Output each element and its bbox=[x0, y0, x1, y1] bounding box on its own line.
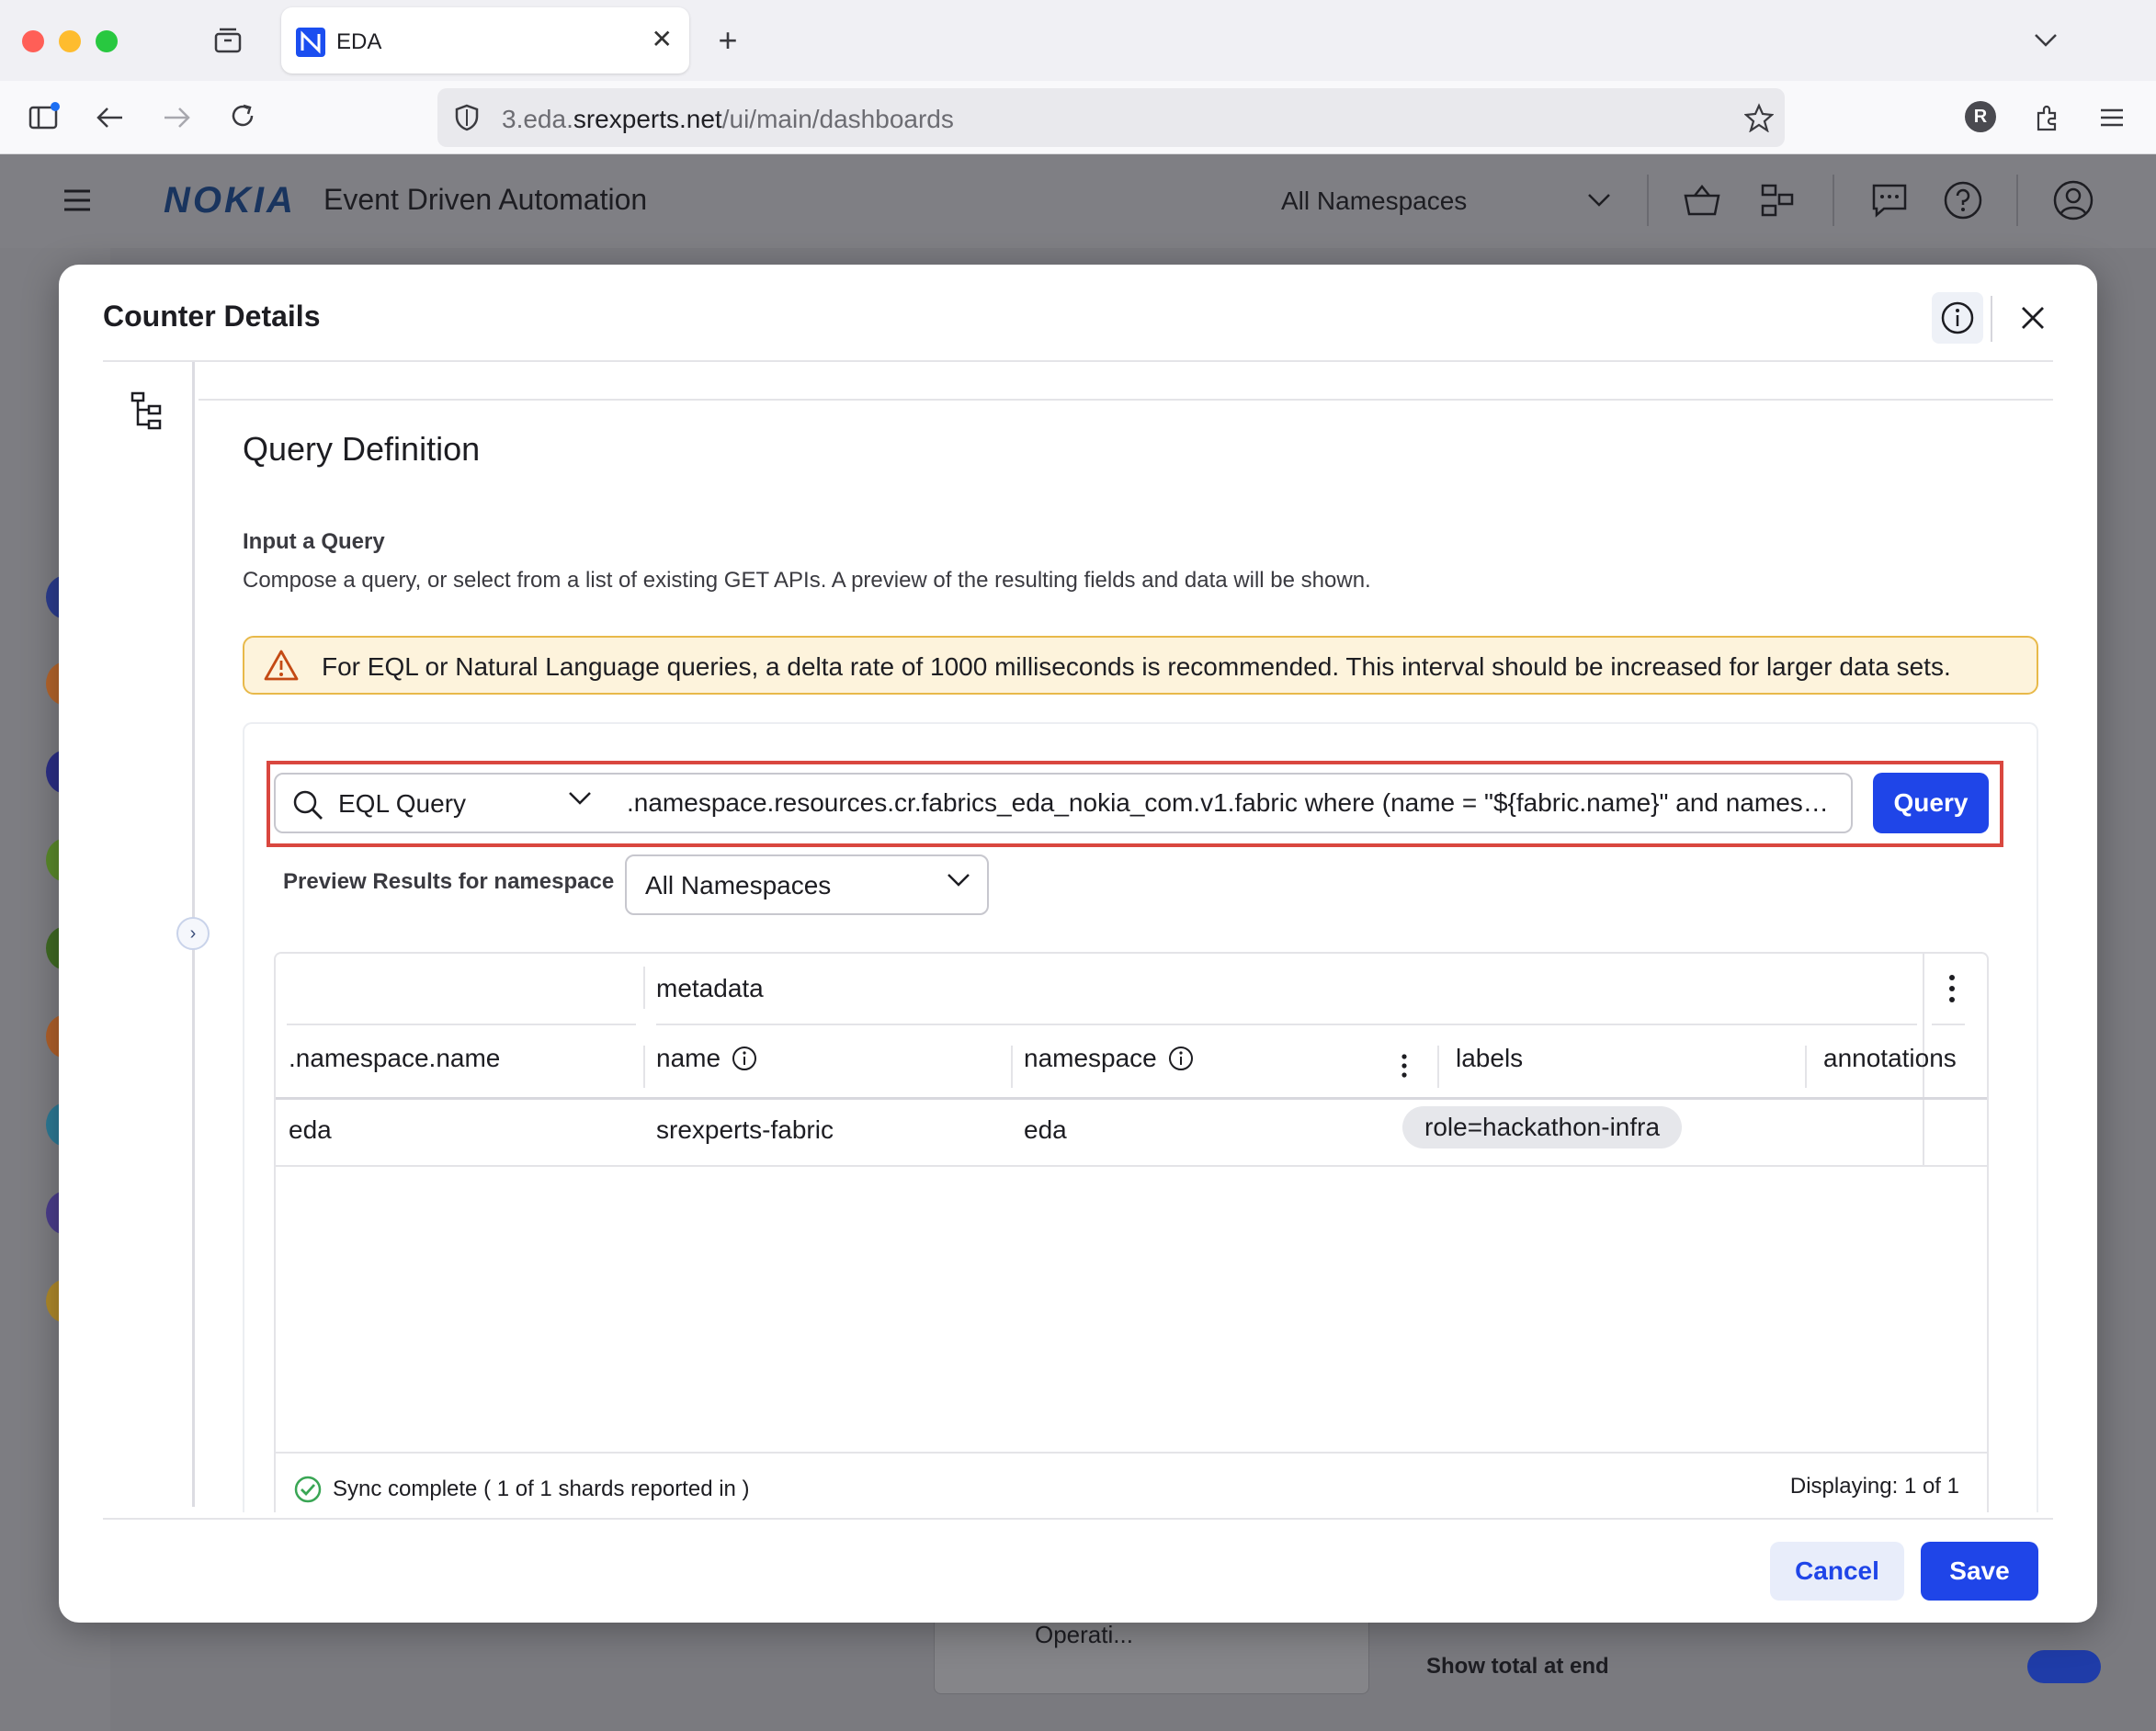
modal-header-rule bbox=[103, 360, 2053, 362]
modal-title: Counter Details bbox=[103, 300, 321, 333]
profile-avatar[interactable]: R bbox=[1965, 101, 1996, 132]
window-zoom-dot[interactable] bbox=[96, 30, 118, 52]
url-text[interactable]: 3.eda.srexperts.net/ui/main/dashboards bbox=[502, 105, 954, 134]
nokia-logo: NOKIA bbox=[164, 180, 296, 221]
input-query-description: Compose a query, or select from a list o… bbox=[243, 568, 1371, 593]
grid-menu-kebab-icon[interactable] bbox=[1948, 974, 1956, 1008]
new-tab-icon[interactable]: + bbox=[709, 21, 746, 59]
sidebar-toggle-icon[interactable] bbox=[26, 97, 62, 134]
info-button[interactable] bbox=[1932, 292, 1983, 344]
column-separator bbox=[643, 967, 645, 1009]
counter-details-modal: Counter Details › Query Definition Input… bbox=[59, 265, 2097, 1623]
save-button[interactable]: Save bbox=[1921, 1542, 2038, 1601]
tab-groups-icon[interactable] bbox=[210, 22, 246, 59]
namespace-selector[interactable]: All Namespaces bbox=[1281, 187, 1467, 216]
shield-icon[interactable] bbox=[450, 101, 483, 134]
namespace-chevron-icon[interactable] bbox=[1573, 175, 1625, 226]
chevron-down-icon bbox=[568, 791, 592, 810]
warning-triangle-icon bbox=[263, 649, 300, 686]
column-header-annotations[interactable]: annotations bbox=[1823, 1044, 1957, 1073]
user-account-icon[interactable] bbox=[2048, 175, 2099, 226]
tree-structure-icon[interactable] bbox=[130, 391, 167, 436]
tab-list-chevron-icon[interactable] bbox=[2027, 22, 2064, 59]
group-header-rule bbox=[1932, 1024, 1965, 1025]
close-modal-button[interactable] bbox=[2007, 292, 2059, 344]
info-icon bbox=[1168, 1047, 1193, 1070]
browser-tab-eda[interactable]: EDA ✕ bbox=[281, 7, 689, 74]
column-separator bbox=[643, 1046, 645, 1088]
close-icon bbox=[2022, 307, 2044, 329]
column-header-namespace[interactable]: namespace bbox=[1024, 1044, 1194, 1073]
header-rule bbox=[276, 1097, 1987, 1100]
sync-status: Sync complete ( 1 of 1 shards reported i… bbox=[294, 1476, 750, 1503]
help-icon[interactable] bbox=[1937, 175, 1989, 226]
url-bar[interactable]: 3.eda.srexperts.net/ui/main/dashboards bbox=[437, 88, 1785, 147]
info-icon bbox=[1941, 301, 1974, 334]
column-header-name[interactable]: name bbox=[656, 1044, 757, 1073]
bookmark-star-icon[interactable] bbox=[1742, 101, 1776, 134]
app-menu-icon[interactable] bbox=[2094, 99, 2130, 136]
header-divider bbox=[2016, 175, 2018, 226]
app-title: Event Driven Automation bbox=[323, 183, 648, 216]
forward-arrow-icon[interactable] bbox=[158, 99, 195, 136]
input-query-label: Input a Query bbox=[243, 529, 385, 554]
search-icon bbox=[292, 789, 323, 825]
chat-icon[interactable] bbox=[1864, 175, 1915, 226]
displaying-count: Displaying: 1 of 1 bbox=[1789, 1474, 1959, 1499]
background-toggle-label: Show total at end bbox=[1426, 1654, 1609, 1679]
results-grid: metadata .namespace.name name namespace … bbox=[274, 952, 1989, 1512]
cell-namespace-name: eda bbox=[289, 1115, 332, 1144]
query-type-select[interactable]: EQL Query bbox=[274, 773, 610, 833]
warning-banner: For EQL or Natural Language queries, a d… bbox=[243, 636, 2038, 695]
cell-namespace: eda bbox=[1024, 1115, 1067, 1144]
chevron-down-icon bbox=[947, 873, 970, 892]
column-separator bbox=[1011, 1046, 1013, 1088]
content-top-rule bbox=[199, 399, 2053, 401]
header-divider bbox=[1647, 175, 1649, 226]
basket-icon[interactable] bbox=[1676, 175, 1728, 226]
modal-header-divider bbox=[1991, 296, 1992, 342]
column-separator bbox=[1437, 1046, 1439, 1088]
browser-navbar: 3.eda.srexperts.net/ui/main/dashboards R bbox=[0, 81, 2156, 154]
browser-tabbar: EDA ✕ + bbox=[0, 0, 2156, 81]
tab-title: EDA bbox=[336, 29, 382, 54]
reload-icon[interactable] bbox=[224, 97, 261, 134]
group-header-rule bbox=[656, 1024, 1917, 1025]
rail-expand-chevron-icon[interactable]: › bbox=[176, 917, 210, 950]
info-icon bbox=[732, 1047, 757, 1070]
sync-status-text: Sync complete ( 1 of 1 shards reported i… bbox=[333, 1476, 750, 1501]
column-header-namespace-name[interactable]: .namespace.name bbox=[289, 1044, 500, 1073]
topology-icon[interactable] bbox=[1752, 175, 1803, 226]
check-circle-icon bbox=[294, 1476, 322, 1503]
back-arrow-icon[interactable] bbox=[92, 99, 129, 136]
query-button[interactable]: Query bbox=[1873, 773, 1989, 833]
group-header-rule bbox=[287, 1024, 636, 1025]
extensions-icon[interactable] bbox=[2029, 99, 2066, 136]
column-menu-kebab-icon[interactable] bbox=[1401, 1053, 1408, 1083]
preview-namespace-select[interactable]: All Namespaces bbox=[625, 854, 989, 915]
column-separator bbox=[1805, 1046, 1807, 1088]
hamburger-menu-icon[interactable] bbox=[51, 175, 103, 226]
background-toggle[interactable] bbox=[2027, 1650, 2101, 1683]
label-chip: role=hackathon-infra bbox=[1402, 1106, 1683, 1148]
warning-text: For EQL or Natural Language queries, a d… bbox=[322, 652, 1951, 681]
header-divider bbox=[1833, 175, 1834, 226]
group-header-metadata: metadata bbox=[656, 974, 764, 1002]
query-type-label: EQL Query bbox=[338, 789, 467, 818]
window-minimize-dot[interactable] bbox=[59, 30, 81, 52]
background-card-label: Operati... bbox=[1035, 1621, 1133, 1648]
cancel-button[interactable]: Cancel bbox=[1770, 1542, 1904, 1601]
query-input[interactable]: .namespace.resources.cr.fabrics_eda_noki… bbox=[608, 773, 1853, 833]
section-title: Query Definition bbox=[243, 430, 481, 468]
modal-footer-rule bbox=[103, 1518, 2053, 1520]
column-header-labels[interactable]: labels bbox=[1456, 1044, 1523, 1073]
grid-footer-rule bbox=[276, 1452, 1987, 1454]
table-row-rule bbox=[276, 1165, 1987, 1167]
window-close-dot[interactable] bbox=[22, 30, 44, 52]
cell-name: srexperts-fabric bbox=[656, 1115, 834, 1144]
tab-close-icon[interactable]: ✕ bbox=[652, 24, 673, 54]
preview-namespace-value: All Namespaces bbox=[645, 871, 832, 899]
preview-namespace-label: Preview Results for namespace bbox=[283, 869, 615, 894]
eda-favicon-icon bbox=[296, 28, 325, 57]
